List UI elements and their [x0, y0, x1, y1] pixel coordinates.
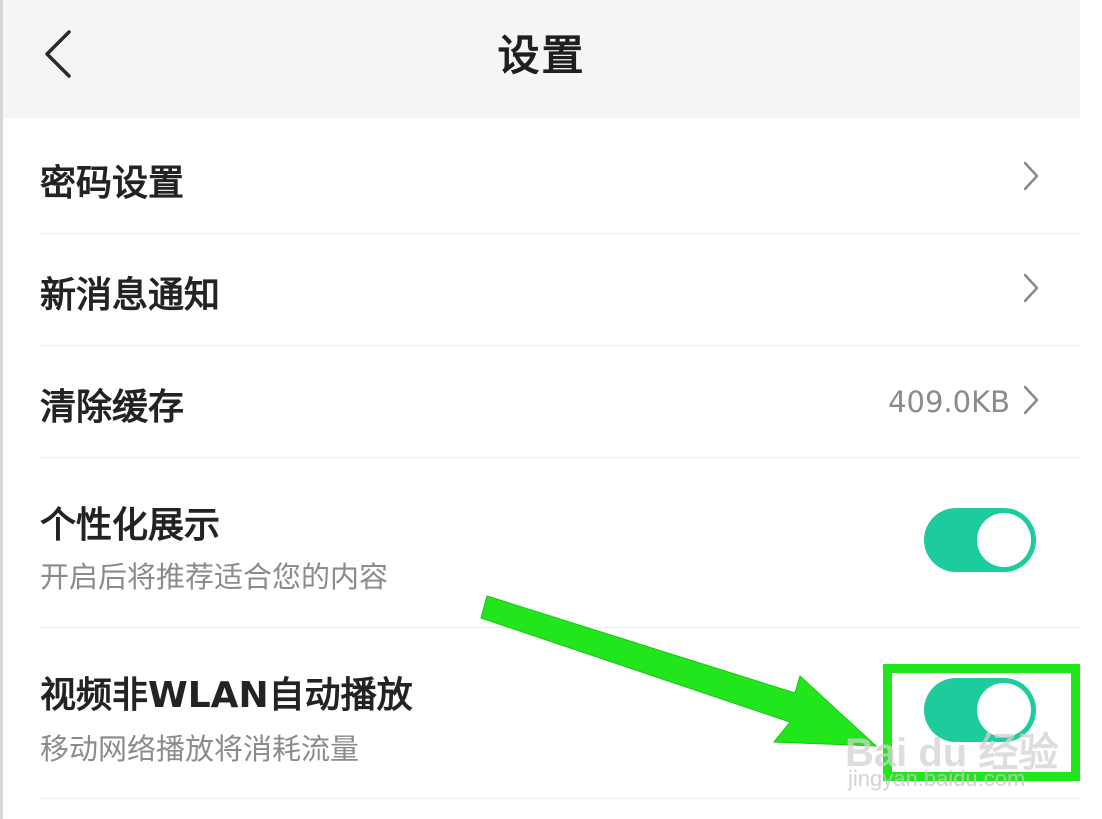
- row-label-personalized-display: 个性化展示: [40, 505, 221, 546]
- baidu-watermark-url: jingyan.baidu.com: [848, 766, 1026, 791]
- row-label-video-autoplay-non-wlan: 视频非WLAN自动播放: [40, 675, 413, 716]
- row-personalized-display: 个性化展示 开启后将推荐适合您的内容: [40, 458, 1080, 628]
- row-label-password-settings: 密码设置: [40, 163, 185, 204]
- toggle-knob: [977, 513, 1031, 567]
- row-label-new-message-notification: 新消息通知: [40, 275, 221, 316]
- row-new-message-notification[interactable]: 新消息通知: [40, 234, 1080, 346]
- cache-size-value: 409.0KB: [888, 385, 1010, 419]
- chevron-right-icon: [1023, 273, 1039, 303]
- header-bar: 设置: [3, 0, 1080, 118]
- row-password-settings[interactable]: 密码设置: [40, 120, 1080, 234]
- row-label-clear-cache: 清除缓存: [40, 387, 185, 428]
- personalized-display-toggle[interactable]: [924, 508, 1036, 572]
- row-subtitle-video-autoplay-non-wlan: 移动网络播放将消耗流量: [40, 732, 360, 766]
- chevron-right-icon: [1023, 161, 1039, 191]
- page-title: 设置: [497, 31, 586, 80]
- left-edge-divider: [0, 0, 3, 819]
- settings-screen: 设置 密码设置 新消息通知 清除缓存 409.0KB 个性化展示 开启后将推荐适…: [0, 0, 1102, 819]
- row-subtitle-personalized-display: 开启后将推荐适合您的内容: [40, 560, 389, 594]
- row-clear-cache[interactable]: 清除缓存 409.0KB: [40, 346, 1080, 458]
- chevron-right-icon: [1023, 385, 1039, 415]
